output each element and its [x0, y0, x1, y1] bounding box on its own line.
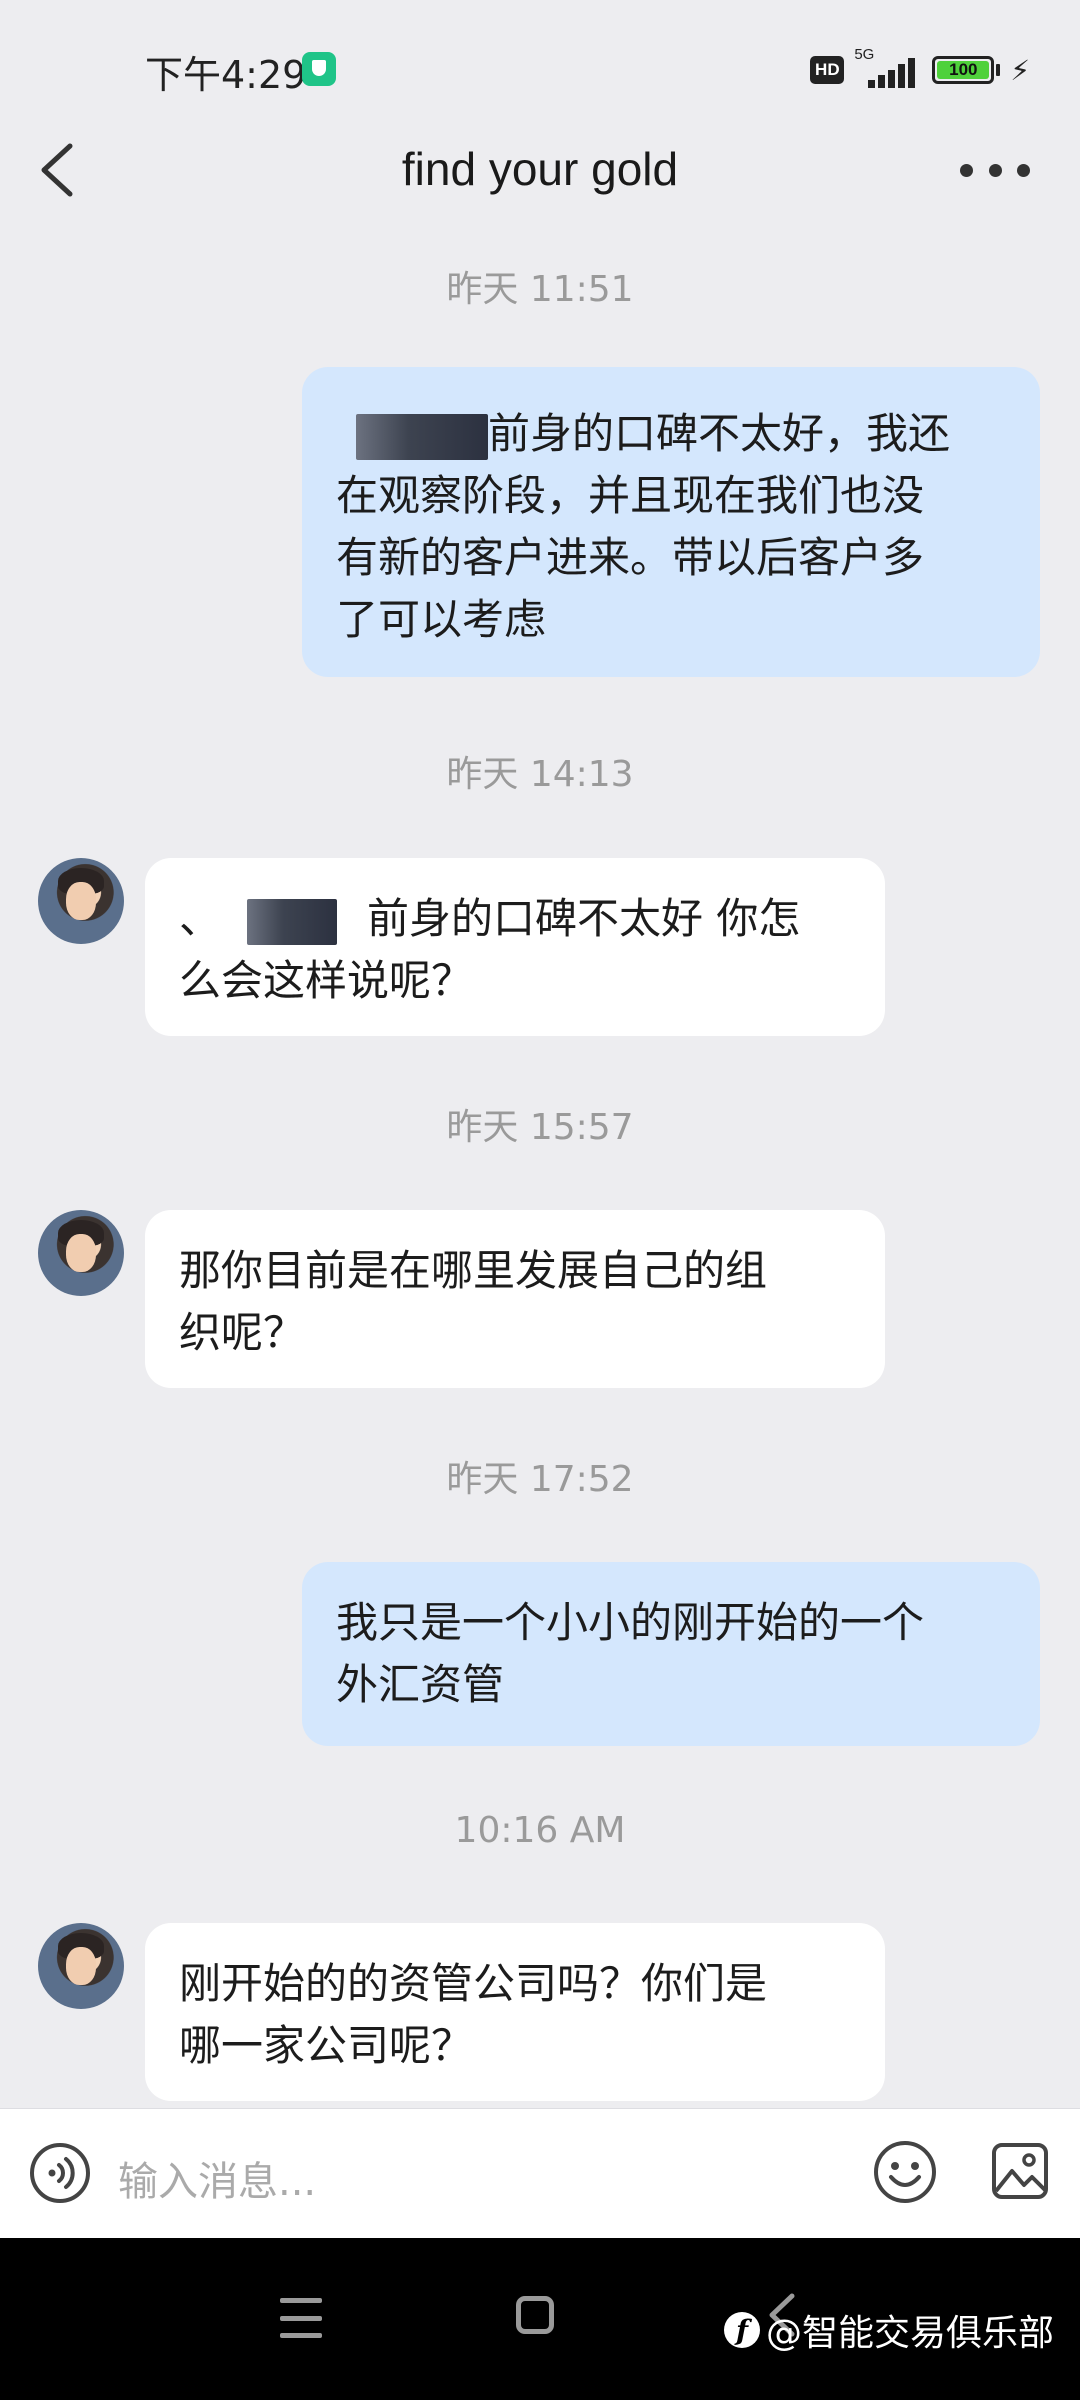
home-button[interactable]	[516, 2296, 554, 2334]
shield-icon	[302, 52, 336, 86]
watermark-text: @智能交易俱乐部	[766, 2313, 1055, 2354]
watermark: f @智能交易俱乐部	[724, 2304, 1054, 2356]
message-text-line: 我只是一个小小的刚开始的一个	[336, 1598, 925, 1647]
message-text-line: 外汇资管	[336, 1660, 505, 1709]
more-options-button[interactable]	[960, 158, 1030, 182]
system-nav-bar: f @智能交易俱乐部	[0, 2238, 1080, 2400]
message-bubble-outgoing[interactable]: 我只是一个小小的刚开始的一个 外汇资管	[302, 1562, 1040, 1746]
message-text-line: 织呢？	[179, 1308, 306, 1357]
message-timestamp: 昨天 11:51	[446, 269, 634, 310]
emoji-icon	[874, 2141, 936, 2203]
chat-screen: 下午4:29 HD 5G 100 ⚡ find your gold 昨天 11:…	[0, 0, 1080, 2400]
message-list[interactable]: 昨天 11:51 前身的口碑不太好，我还 在观察阶段，并且现在我们也没 有新的客…	[0, 240, 1080, 2105]
menu-line-icon	[280, 2315, 322, 2321]
status-bar: 下午4:29 HD 5G 100 ⚡	[0, 0, 1080, 140]
message-timestamp: 昨天 14:13	[446, 754, 634, 795]
message-text-line: 前身的口碑不太好，我还	[336, 403, 1006, 465]
message-text-line: 、前身的口碑不太好 你怎	[179, 894, 801, 945]
recent-apps-button[interactable]	[280, 2298, 322, 2338]
message-text-line: 么会这样说呢？	[179, 956, 474, 1005]
message-input-bar: 输入消息...	[0, 2108, 1080, 2239]
watermark-logo-icon: f	[724, 2312, 760, 2348]
battery-icon: 100	[932, 56, 995, 84]
battery-level: 100	[937, 60, 990, 79]
more-dot-icon	[988, 163, 1002, 177]
contact-avatar[interactable]	[38, 858, 124, 944]
chat-header: find your gold	[0, 120, 1080, 220]
message-timestamp: 10:16 AM	[454, 1810, 626, 1851]
message-text-line: 在观察阶段，并且现在我们也没	[336, 471, 925, 520]
charging-icon: ⚡	[1010, 53, 1030, 87]
emoji-button[interactable]	[872, 2139, 938, 2205]
more-dot-icon	[1017, 163, 1030, 177]
signal-icon: 5G	[854, 46, 922, 88]
chat-title: find your gold	[401, 143, 679, 195]
more-dot-icon	[960, 163, 973, 177]
message-bubble-incoming[interactable]: 刚开始的的资管公司吗？你们是 哪一家公司呢？	[145, 1923, 885, 2101]
voice-input-button[interactable]	[28, 2141, 92, 2205]
image-icon	[992, 2143, 1048, 2199]
contact-avatar[interactable]	[38, 1923, 124, 2009]
message-text-line: 有新的客户进来。带以后客户多	[336, 533, 925, 582]
image-button[interactable]	[990, 2141, 1050, 2201]
redacted-text	[247, 898, 338, 945]
status-indicators: HD 5G 100 ⚡	[810, 46, 1030, 88]
menu-line-icon	[280, 2333, 322, 2338]
redacted-text	[356, 413, 488, 460]
message-input[interactable]: 输入消息...	[118, 2149, 316, 2207]
battery-cap	[996, 64, 1001, 76]
message-text-line: 了可以考虑	[336, 595, 547, 644]
message-bubble-outgoing[interactable]: 前身的口碑不太好，我还 在观察阶段，并且现在我们也没 有新的客户进来。带以后客户…	[302, 367, 1040, 677]
message-timestamp: 昨天 15:57	[446, 1107, 634, 1148]
menu-line-icon	[280, 2298, 322, 2303]
message-text-line: 那你目前是在哪里发展自己的组	[179, 1246, 768, 1295]
message-bubble-incoming[interactable]: 、前身的口碑不太好 你怎 么会这样说呢？	[145, 858, 885, 1036]
message-bubble-incoming[interactable]: 那你目前是在哪里发展自己的组 织呢？	[145, 1210, 885, 1388]
message-text-line: 刚开始的的资管公司吗？你们是	[179, 1959, 768, 2008]
contact-avatar[interactable]	[38, 1210, 124, 1296]
network-type: 5G	[854, 46, 875, 63]
message-timestamp: 昨天 17:52	[446, 1459, 634, 1500]
message-text-line: 哪一家公司呢？	[179, 2021, 474, 2070]
status-time: 下午4:29	[145, 53, 307, 97]
voice-icon	[30, 2143, 90, 2203]
hd-icon: HD	[810, 56, 845, 84]
